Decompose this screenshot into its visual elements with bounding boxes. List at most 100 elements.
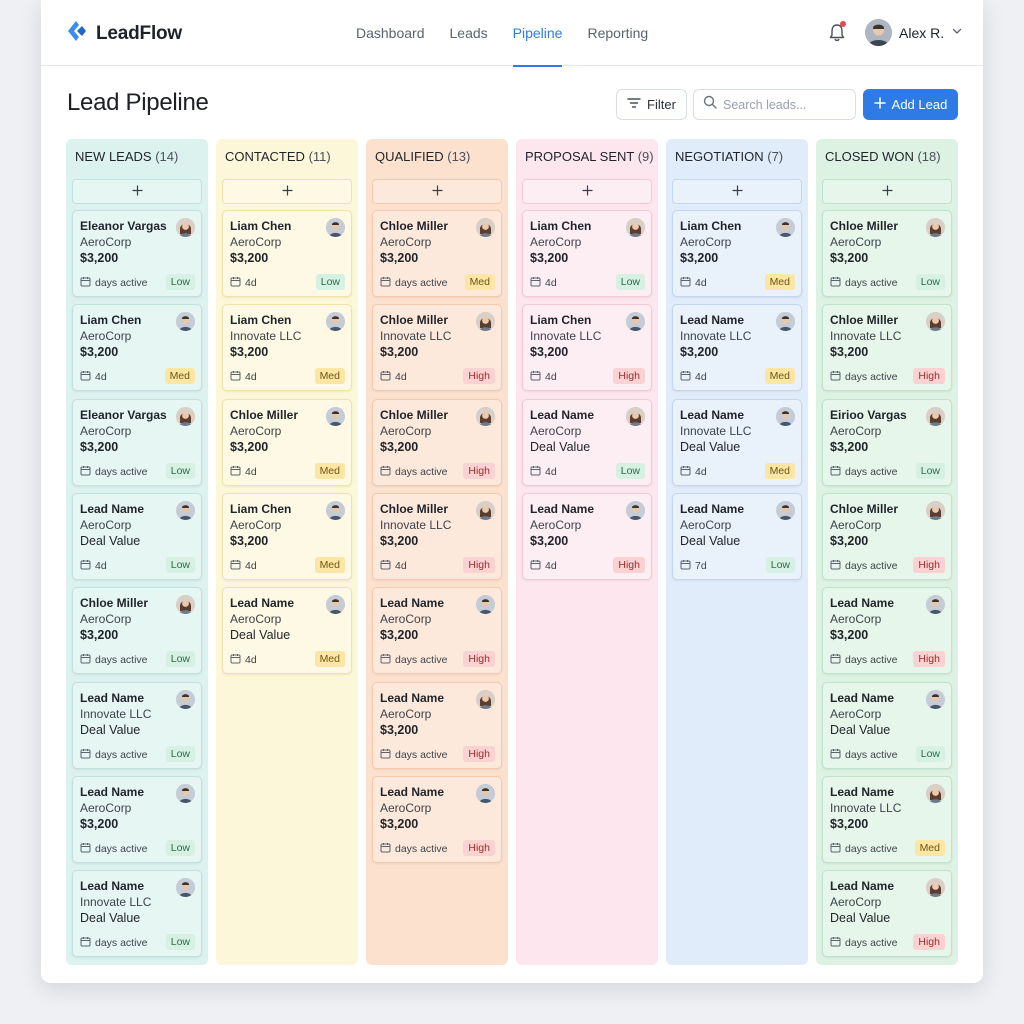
calendar-icon xyxy=(830,653,841,667)
lead-card[interactable]: Lead Name Innovate LLC Deal Value days acti… xyxy=(72,870,202,958)
nav-dashboard[interactable]: Dashboard xyxy=(356,0,425,66)
activity-label: days active xyxy=(845,748,898,761)
lead-card[interactable]: Lead Name AeroCorp Deal Value 4d Low xyxy=(72,492,202,580)
lead-company: AeroCorp xyxy=(380,706,432,721)
lead-card[interactable]: Chloe Miller AeroCorp $3,200 days active Low xyxy=(72,587,202,675)
lead-card[interactable]: Liam Chen Innovate LLC $3,200 4d Med xyxy=(222,304,352,392)
activity-info: days active xyxy=(80,936,148,950)
user-menu[interactable]: Alex R. xyxy=(865,19,963,46)
nav-pipeline[interactable]: Pipeline xyxy=(512,0,562,67)
lead-card[interactable]: Liam Chen Innovate LLC $3,200 4d High xyxy=(522,304,652,392)
priority-badge: Med xyxy=(914,839,945,856)
nav-leads[interactable]: Leads xyxy=(450,0,488,66)
activity-info: days active xyxy=(830,370,898,384)
priority-badge: Med xyxy=(314,651,345,668)
column-closed-won: CLOSED WON (18) Chloe Miller AeroCorp $3,20… xyxy=(816,139,958,965)
activity-info: 4d xyxy=(530,276,557,290)
lead-card[interactable]: Lead Name AeroCorp $3,200 days active High xyxy=(372,587,502,675)
activity-label: days active xyxy=(845,654,898,667)
add-card-button[interactable] xyxy=(222,179,352,204)
deal-value: $3,200 xyxy=(380,345,419,360)
lead-card[interactable]: Liam Chen AeroCorp $3,200 4d Low xyxy=(222,210,352,297)
lead-card[interactable]: Chloe Miller Innovate LLC $3,200 4d High xyxy=(372,492,502,580)
lead-card[interactable]: Eleanor Vargas AeroCorp $3,200 days active L… xyxy=(72,398,202,486)
activity-info: days active xyxy=(830,465,898,479)
lead-card[interactable]: Lead Name AeroCorp Deal Value 4d Low xyxy=(522,398,652,486)
lead-company: Innovate LLC xyxy=(230,329,302,344)
activity-label: days active xyxy=(95,842,148,855)
lead-card[interactable]: Lead Name AeroCorp $3,200 days active High xyxy=(822,587,952,675)
avatar xyxy=(626,312,645,332)
calendar-icon xyxy=(830,276,841,290)
activity-label: days active xyxy=(95,748,148,761)
lead-card[interactable]: Lead Name AeroCorp Deal Value 7d Low xyxy=(672,492,802,580)
lead-company: AeroCorp xyxy=(80,800,132,815)
add-card-button[interactable] xyxy=(72,179,202,204)
lead-card[interactable]: Liam Chen AeroCorp $3,200 4d Med xyxy=(72,304,202,392)
app-window: LeadFlow Dashboard Leads Pipeline Report… xyxy=(41,0,983,983)
notifications-button[interactable] xyxy=(828,21,846,48)
activity-info: days active xyxy=(380,653,448,667)
lead-card[interactable]: Chloe Miller AeroCorp $3,200 4d Med xyxy=(222,398,352,486)
nav-reporting[interactable]: Reporting xyxy=(587,0,648,66)
deal-value: $3,200 xyxy=(530,533,569,548)
deal-value: $3,200 xyxy=(230,345,269,360)
lead-card[interactable]: Chloe Miller AeroCorp $3,200 days active Hig… xyxy=(372,398,502,486)
lead-name: Chloe Miller xyxy=(830,501,899,516)
avatar xyxy=(926,500,945,520)
lead-card[interactable]: Lead Name AeroCorp $3,200 days active High xyxy=(372,681,502,769)
deal-value: $3,200 xyxy=(80,251,119,265)
filter-button[interactable]: Filter xyxy=(616,89,687,120)
lead-card[interactable]: Chloe Miller Innovate LLC $3,200 4d High xyxy=(372,304,502,392)
add-card-button[interactable] xyxy=(672,179,802,204)
activity-label: days active xyxy=(845,937,898,950)
lead-card[interactable]: Lead Name Innovate LLC Deal Value 4d Med xyxy=(672,398,802,486)
lead-company: AeroCorp xyxy=(230,423,282,438)
lead-card[interactable]: Chloe Miller AeroCorp $3,200 days active Med xyxy=(372,210,502,297)
lead-card[interactable]: Chloe Miller Innovate LLC $3,200 days activ… xyxy=(822,304,952,392)
add-card-button[interactable] xyxy=(822,179,952,204)
lead-card[interactable]: Lead Name Innovate LLC Deal Value days acti… xyxy=(72,681,202,769)
lead-card[interactable]: Lead Name Innovate LLC $3,200 4d Med xyxy=(672,304,802,392)
lead-card[interactable]: Liam Chen AeroCorp $3,200 4d Med xyxy=(672,210,802,297)
lead-company: AeroCorp xyxy=(830,706,882,721)
lead-card[interactable]: Lead Name AeroCorp $3,200 days active Low xyxy=(72,775,202,863)
lead-name: Eirioo Vargas xyxy=(830,407,907,422)
lead-company: AeroCorp xyxy=(380,612,432,627)
activity-label: days active xyxy=(95,654,148,667)
lead-card[interactable]: Chloe Miller AeroCorp $3,200 days active Hig… xyxy=(822,492,952,580)
priority-badge: High xyxy=(463,462,495,479)
priority-badge: High xyxy=(463,556,495,573)
avatar xyxy=(326,595,345,615)
lead-card[interactable]: Lead Name AeroCorp Deal Value 4d Med xyxy=(222,587,352,675)
lead-card[interactable]: Chloe Miller AeroCorp $3,200 days active Low xyxy=(822,210,952,297)
activity-label: 4d xyxy=(245,465,257,478)
add-card-button[interactable] xyxy=(522,179,652,204)
lead-card[interactable]: Eleanor Vargas AeroCorp $3,200 days active L… xyxy=(72,210,202,297)
calendar-icon xyxy=(80,936,91,950)
lead-card[interactable]: Lead Name Innovate LLC $3,200 days active Me… xyxy=(822,775,952,863)
lead-card[interactable]: Liam Chen AeroCorp $3,200 4d Low xyxy=(522,210,652,297)
lead-company: AeroCorp xyxy=(830,235,882,249)
priority-badge: Low xyxy=(165,934,195,951)
lead-card[interactable]: Eirioo Vargas AeroCorp $3,200 days active Lo… xyxy=(822,398,952,486)
lead-card[interactable]: Lead Name AeroCorp $3,200 days active High xyxy=(372,775,502,863)
logo[interactable]: LeadFlow xyxy=(66,19,182,48)
add-lead-button[interactable]: Add Lead xyxy=(863,89,958,120)
lead-card[interactable]: Lead Name AeroCorp Deal Value days active Hi… xyxy=(822,870,952,958)
deal-value: $3,200 xyxy=(830,251,869,265)
search-box xyxy=(693,89,856,120)
lead-card[interactable]: Lead Name AeroCorp Deal Value days active Lo… xyxy=(822,681,952,769)
lead-company: Innovate LLC xyxy=(80,706,152,721)
add-card-button[interactable] xyxy=(372,179,502,204)
lead-card[interactable]: Lead Name AeroCorp $3,200 4d High xyxy=(522,492,652,580)
user-name: Alex R. xyxy=(899,24,945,41)
lead-card[interactable]: Liam Chen AeroCorp $3,200 4d Med xyxy=(222,492,352,580)
search-input[interactable] xyxy=(723,97,843,112)
calendar-icon xyxy=(380,748,391,762)
column-header: NEW LEADS (14) xyxy=(75,149,178,164)
avatar xyxy=(776,312,795,332)
activity-label: 4d xyxy=(245,371,257,384)
column-new-leads: NEW LEADS (14) Eleanor Vargas AeroCorp $3,2… xyxy=(66,139,208,965)
priority-badge: Med xyxy=(764,274,795,290)
